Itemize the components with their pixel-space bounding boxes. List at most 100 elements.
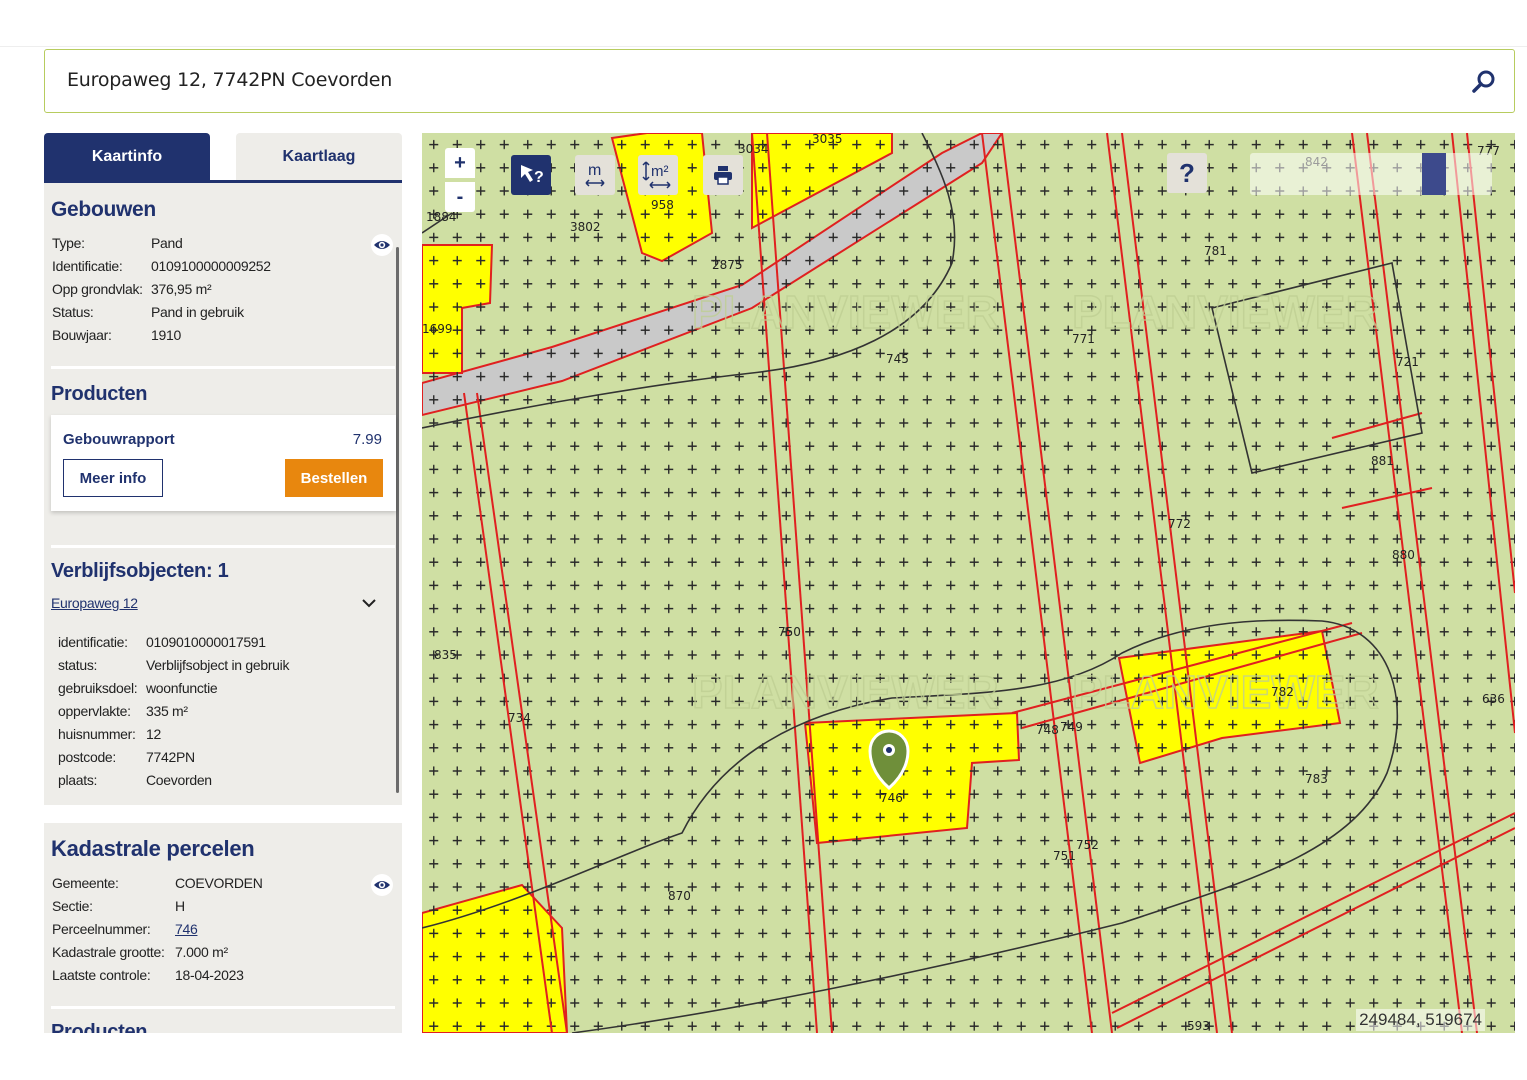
watermark-text: PLANVIEWER xyxy=(1072,286,1379,338)
coordinate-readout: 249484, 519674 xyxy=(1356,1009,1485,1031)
field-label: plaats: xyxy=(58,772,98,788)
cursor-question-icon: ? xyxy=(521,165,544,186)
field-value: COEVORDEN xyxy=(175,875,263,891)
section-divider xyxy=(51,1006,395,1009)
map-canvas[interactable]: PLANVIEWER PLANVIEWER PLANVIEWER PLANVIE… xyxy=(422,133,1515,1033)
product-name: Gebouwrapport xyxy=(63,431,175,448)
parcel-number: 2875 xyxy=(712,258,743,272)
map-viewer[interactable]: PLANVIEWER PLANVIEWER PLANVIEWER PLANVIE… xyxy=(422,133,1515,1033)
field-label: identificatie: xyxy=(58,634,128,650)
field-value: 12 xyxy=(146,726,161,742)
section-title-gebouwen: Gebouwen xyxy=(51,198,156,221)
field-label: postcode: xyxy=(58,749,117,765)
search-bar[interactable]: Europaweg 12, 7742PN Coevorden xyxy=(44,49,1515,113)
field-label: Perceelnummer: xyxy=(52,921,151,937)
measure-area-label: m² xyxy=(651,163,669,180)
parcel-number: 752 xyxy=(1076,838,1099,852)
measure-length-button[interactable]: m xyxy=(575,155,615,195)
field-label: Bouwjaar: xyxy=(52,327,112,343)
watermark-text: PLANVIEWER xyxy=(692,666,999,718)
field-value: Pand in gebruik xyxy=(151,304,244,320)
opacity-slider[interactable] xyxy=(1250,153,1492,195)
zoom-out-button[interactable]: - xyxy=(445,182,475,212)
perceelnummer-link[interactable]: 746 xyxy=(175,921,198,937)
info-card: Gebouwen Type: Pand Identificatie: 0109100… xyxy=(44,183,402,805)
print-button[interactable] xyxy=(703,155,743,195)
field-label: Laatste controle: xyxy=(52,967,151,983)
field-value: H xyxy=(175,898,185,914)
watermark-text: PLANVIEWER xyxy=(1072,666,1379,718)
eye-icon[interactable] xyxy=(371,874,393,896)
svg-text:?: ? xyxy=(534,169,544,186)
parcel-number: 781 xyxy=(1204,244,1227,258)
parcel-number: 3802 xyxy=(570,220,601,234)
field-value: Coevorden xyxy=(146,772,212,788)
product-card: Gebouwrapport 7.99 Meer info Bestellen xyxy=(51,415,396,511)
parcel-number: 1699 xyxy=(422,322,453,336)
field-value: Verblijfsobject in gebruik xyxy=(146,657,290,673)
parcel-number: 593 xyxy=(1187,1019,1210,1033)
field-value: 376,95 m² xyxy=(151,281,212,297)
eye-icon[interactable] xyxy=(371,234,393,256)
help-button[interactable]: ? xyxy=(1167,153,1207,193)
parcel-number: 721 xyxy=(1396,355,1419,369)
field-label: status: xyxy=(58,657,98,673)
field-label: oppervlakte: xyxy=(58,703,131,719)
slider-handle[interactable] xyxy=(1422,153,1446,195)
ruler-icon: m xyxy=(585,162,605,187)
address-link[interactable]: Europaweg 12 xyxy=(51,595,138,611)
parcel-number: 750 xyxy=(778,625,801,639)
field-value: 7.000 m² xyxy=(175,944,228,960)
parcel-number: 782 xyxy=(1271,685,1294,699)
field-label: Kadastrale grootte: xyxy=(52,944,165,960)
area-icon: m² xyxy=(642,161,671,189)
bestellen-button[interactable]: Bestellen xyxy=(285,459,383,497)
parcel-number: 3034 xyxy=(738,142,769,156)
field-label: Type: xyxy=(52,235,85,251)
field-value: 335 m² xyxy=(146,703,188,719)
zoom-in-button[interactable]: + xyxy=(445,148,475,178)
section-title-producten-2: Producten xyxy=(51,1021,148,1033)
field-value: 18-04-2023 xyxy=(175,967,244,983)
search-icon[interactable] xyxy=(1470,68,1498,96)
product-price: 7.99 xyxy=(352,431,382,448)
parcel-number: 835 xyxy=(434,648,457,662)
panel-scrollbar[interactable] xyxy=(396,247,399,793)
measure-length-label: m xyxy=(588,162,601,179)
parcel-number: 958 xyxy=(651,198,674,212)
field-label: Sectie: xyxy=(52,898,93,914)
measure-area-button[interactable]: m² xyxy=(638,155,678,195)
field-label: huisnummer: xyxy=(58,726,136,742)
meer-info-button[interactable]: Meer info xyxy=(63,459,163,497)
section-divider xyxy=(51,366,395,369)
field-value: 7742PN xyxy=(146,749,195,765)
field-value: 0109100000009252 xyxy=(151,258,271,274)
map-symbol-pattern xyxy=(422,133,1515,1033)
parcel-number: 3035 xyxy=(812,133,843,146)
section-title-kadastrale: Kadastrale percelen xyxy=(51,836,255,861)
parcel-number: 749 xyxy=(1060,720,1083,734)
field-label: Gemeente: xyxy=(52,875,119,891)
section-divider xyxy=(51,545,395,548)
header-divider xyxy=(0,46,1527,47)
side-panel: Kaartinfo Kaartlaag Gebouwen Type: Pand I… xyxy=(44,133,404,1033)
field-label: Opp grondvlak: xyxy=(52,281,143,297)
field-value: woonfunctie xyxy=(146,680,218,696)
field-label: gebruiksdoel: xyxy=(58,680,138,696)
parcel-number: 772 xyxy=(1168,517,1191,531)
parcel-number: 734 xyxy=(508,711,531,725)
field-value: 0109010000017591 xyxy=(146,634,266,650)
parcel-number: 746 xyxy=(880,791,903,805)
search-input[interactable]: Europaweg 12, 7742PN Coevorden xyxy=(67,69,392,91)
parcel-number: 881 xyxy=(1371,454,1394,468)
tab-kaartlaag[interactable]: Kaartlaag xyxy=(236,133,402,180)
parcel-number: 783 xyxy=(1305,772,1328,786)
parcel-number: 751 xyxy=(1053,849,1076,863)
tab-kaartinfo[interactable]: Kaartinfo xyxy=(44,133,210,180)
watermark-text: PLANVIEWER xyxy=(692,286,999,338)
field-label: Status: xyxy=(52,304,94,320)
parcel-number: 771 xyxy=(1072,332,1095,346)
chevron-down-icon[interactable] xyxy=(360,596,378,610)
parcel-number: 636 xyxy=(1482,692,1505,706)
identify-tool-button[interactable]: ? xyxy=(511,155,551,195)
